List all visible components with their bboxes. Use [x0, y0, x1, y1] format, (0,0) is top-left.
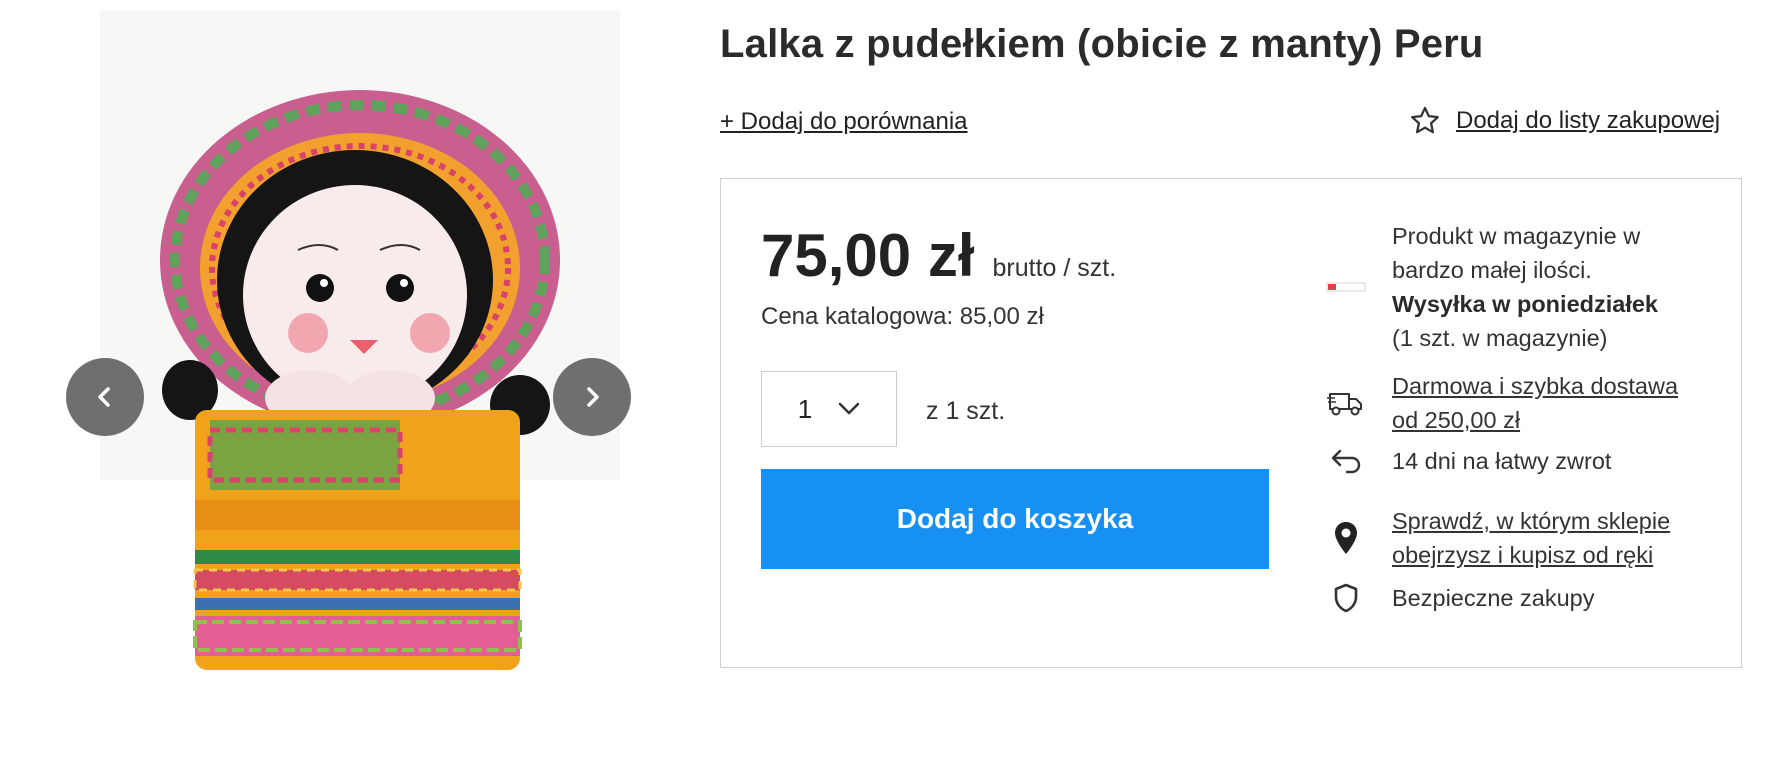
store-line2: obejrzysz i kupisz od ręki — [1392, 542, 1654, 568]
secure-shopping-row: Bezpieczne zakupy — [1326, 581, 1594, 615]
quantity-value: 1 — [797, 393, 813, 424]
product-title: Lalka z pudełkiem (obicie z manty) Peru — [720, 22, 1484, 66]
chevron-down-icon — [838, 402, 860, 415]
add-to-cart-button[interactable]: Dodaj do koszyka — [761, 469, 1269, 569]
stock-count: (1 szt. w magazynie) — [1392, 325, 1608, 351]
shipping-day: Wysyłka w poniedziałek — [1392, 291, 1659, 317]
chevron-left-icon — [98, 387, 110, 407]
star-icon — [1411, 106, 1439, 134]
store-availability-link[interactable]: Sprawdź, w którym sklepie obejrzysz i ku… — [1392, 508, 1670, 568]
catalog-price: Cena katalogowa: 85,00 zł — [761, 303, 1044, 330]
shield-icon — [1334, 583, 1358, 613]
quantity-select[interactable]: 1 — [761, 371, 897, 447]
secure-shopping-text: Bezpieczne zakupy — [1392, 585, 1595, 611]
free-delivery-link[interactable]: Darmowa i szybka dostawa od 250,00 zł — [1392, 373, 1678, 433]
product-gallery — [0, 0, 700, 780]
delivery-truck-icon — [1327, 393, 1362, 416]
stock-status-line1: Produkt w magazynie w — [1392, 223, 1641, 249]
gallery-next-button[interactable] — [553, 358, 631, 436]
stock-status: Produkt w magazynie w bardzo małej ilośc… — [1326, 219, 1658, 355]
chevron-right-icon — [587, 387, 599, 407]
gallery-prev-button[interactable] — [66, 358, 144, 436]
add-to-compare-link[interactable]: + Dodaj do porównania — [720, 108, 968, 136]
buy-box: 75,00 zł brutto / szt. Cena katalogowa: … — [720, 178, 1742, 668]
quantity-available: z 1 szt. — [926, 397, 1006, 425]
free-delivery-line1: Darmowa i szybka dostawa — [1392, 373, 1679, 399]
stock-status-line2: bardzo małej ilości. — [1392, 257, 1592, 283]
add-to-wishlist-link[interactable]: Dodaj do listy zakupowej — [1408, 104, 1720, 138]
price-block: 75,00 zł brutto / szt. — [761, 221, 1116, 290]
wishlist-label: Dodaj do listy zakupowej — [1456, 107, 1721, 134]
returns-row: 14 dni na łatwy zwrot — [1326, 444, 1611, 478]
price-unit: brutto / szt. — [992, 254, 1117, 282]
return-arrow-icon — [1331, 449, 1361, 474]
product-image[interactable] — [100, 10, 620, 700]
stock-level-icon — [1326, 282, 1366, 292]
store-line1: Sprawdź, w którym sklepie — [1392, 508, 1671, 534]
store-availability-row: Sprawdź, w którym sklepie obejrzysz i ku… — [1326, 504, 1670, 572]
price: 75,00 zł — [761, 222, 975, 289]
returns-text: 14 dni na łatwy zwrot — [1392, 448, 1612, 474]
free-delivery-line2: od 250,00 zł — [1392, 407, 1521, 433]
location-pin-icon — [1335, 522, 1357, 554]
free-delivery-row: Darmowa i szybka dostawa od 250,00 zł — [1326, 369, 1678, 437]
